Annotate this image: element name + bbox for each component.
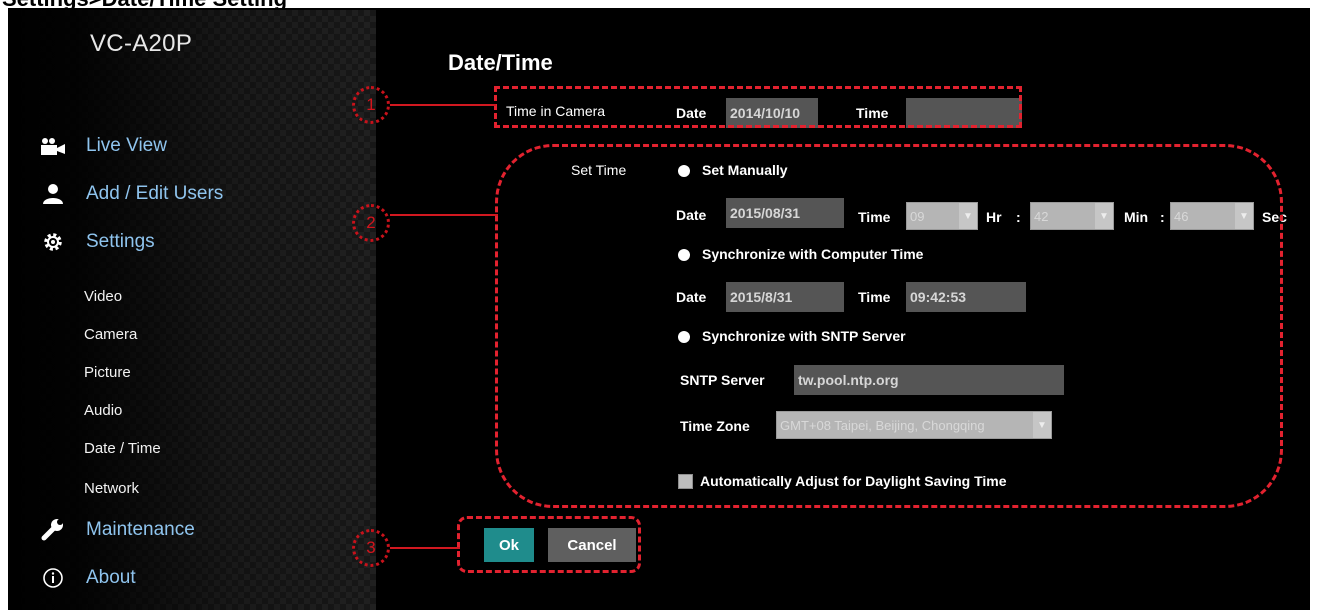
callout-2-line — [390, 214, 498, 216]
settings-item-audio[interactable]: Audio — [84, 402, 122, 419]
callout-1-line — [390, 104, 496, 106]
settings-item-network[interactable]: Network — [84, 480, 139, 497]
sidebar: VC-A20P Live View Add / Edit Users Setti… — [10, 10, 376, 610]
nav-live-view[interactable]: Live View — [38, 134, 167, 158]
info-icon — [38, 566, 68, 590]
callout-1: 1 — [352, 86, 390, 124]
callout-2: 2 — [352, 204, 390, 242]
callout-box-set-time — [495, 144, 1283, 508]
nav-label: Settings — [86, 231, 155, 252]
callout-box-buttons — [457, 516, 641, 573]
nav-settings[interactable]: Settings — [38, 230, 155, 254]
nav-label: Maintenance — [86, 519, 195, 540]
settings-item-picture[interactable]: Picture — [84, 364, 131, 381]
nav-add-edit-users[interactable]: Add / Edit Users — [38, 182, 223, 206]
settings-item-camera[interactable]: Camera — [84, 326, 137, 343]
nav-label: Add / Edit Users — [86, 183, 224, 204]
settings-item-video[interactable]: Video — [84, 288, 122, 305]
video-camera-icon — [38, 134, 68, 158]
nav-label: Live View — [86, 135, 167, 156]
callout-box-time-in-camera — [494, 86, 1022, 128]
wrench-icon — [38, 518, 68, 542]
settings-item-date-time[interactable]: Date / Time — [84, 440, 161, 457]
nav-about[interactable]: About — [38, 566, 136, 590]
callout-3: 3 — [352, 529, 390, 567]
callout-3-line — [390, 547, 460, 549]
nav-label: About — [86, 567, 136, 588]
model-name: VC-A20P — [90, 30, 193, 57]
page-title: Date/Time — [448, 50, 553, 75]
nav-maintenance[interactable]: Maintenance — [38, 518, 195, 542]
user-icon — [38, 182, 68, 206]
gear-icon — [38, 230, 68, 254]
